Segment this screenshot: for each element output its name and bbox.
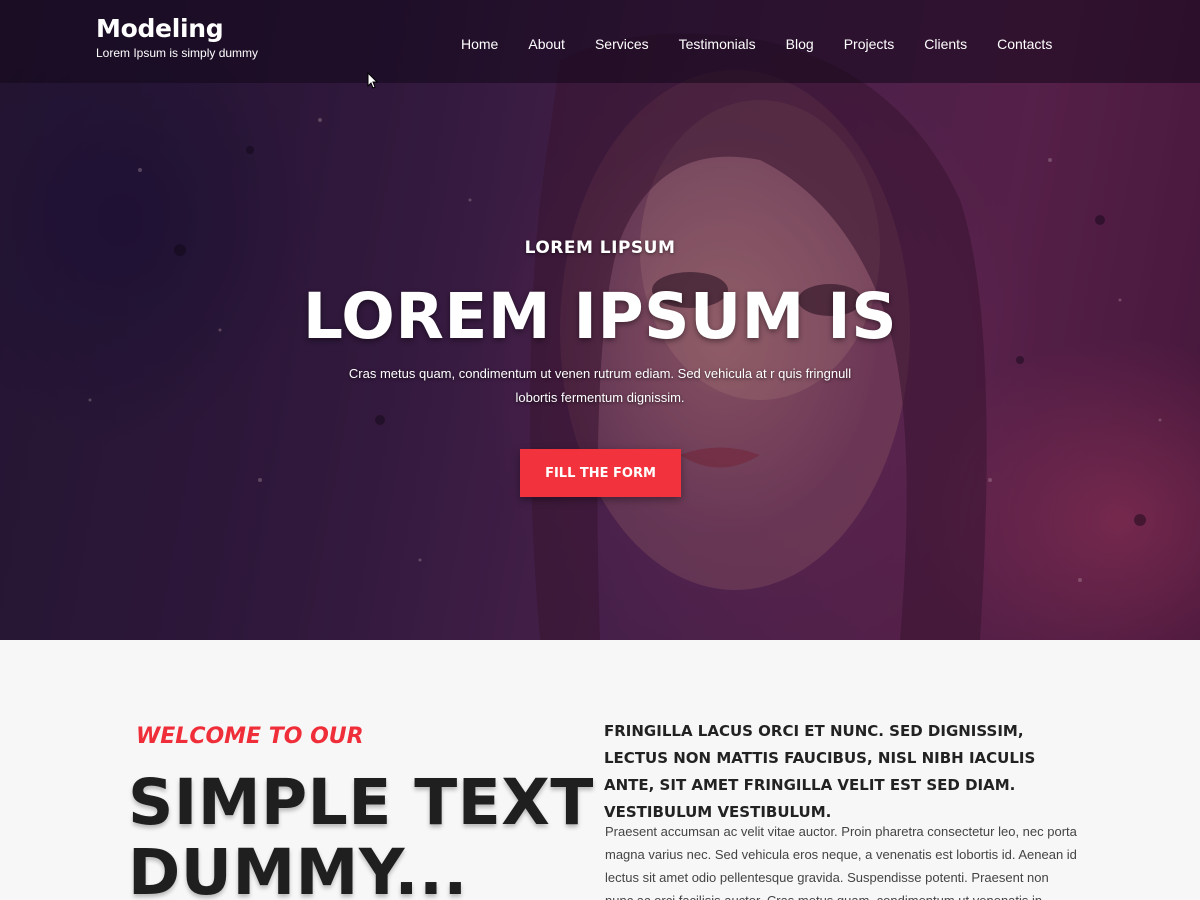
hero-kicker: LOREM LIPSUM: [524, 238, 676, 258]
nav-item-clients[interactable]: Clients: [909, 32, 982, 56]
hero-description: Cras metus quam, condimentum ut venen ru…: [348, 366, 852, 405]
about-title: SIMPLE TEXT DUMMY...: [128, 766, 594, 900]
welcome-kicker: WELCOME TO OUR: [136, 724, 364, 749]
about-body: Praesent accumsan ac velit vitae auctor.…: [605, 824, 1077, 900]
brand-tagline: Lorem Ipsum is simply dummy: [96, 46, 259, 60]
about-lead: FRINGILLA LACUS ORCI ET NUNC. SED DIGNIS…: [604, 722, 1036, 821]
nav-item-testimonials[interactable]: Testimonials: [664, 32, 771, 56]
nav-item-projects[interactable]: Projects: [829, 32, 910, 56]
nav-item-home[interactable]: Home: [446, 32, 513, 56]
main-nav: Home About Services Testimonials Blog Pr…: [446, 32, 1067, 56]
nav-item-about[interactable]: About: [513, 32, 580, 56]
brand[interactable]: Modeling Lorem Ipsum is simply dummy: [96, 14, 258, 60]
nav-item-contacts[interactable]: Contacts: [982, 32, 1067, 56]
about-section: WELCOME TO OUR SIMPLE TEXT DUMMY... FRIN…: [0, 640, 1200, 900]
pointer-cursor-icon: [367, 72, 378, 89]
fill-the-form-button[interactable]: FILL THE FORM: [520, 449, 681, 497]
hero-section: LOREM LIPSUM LOREM IPSUM IS Cras metus q…: [0, 0, 1200, 640]
hero-headline: LOREM IPSUM IS: [302, 280, 898, 353]
nav-item-services[interactable]: Services: [580, 32, 664, 56]
brand-title: Modeling: [96, 14, 224, 43]
nav-item-blog[interactable]: Blog: [771, 32, 829, 56]
site-header: Modeling Lorem Ipsum is simply dummy Hom…: [0, 0, 1200, 83]
